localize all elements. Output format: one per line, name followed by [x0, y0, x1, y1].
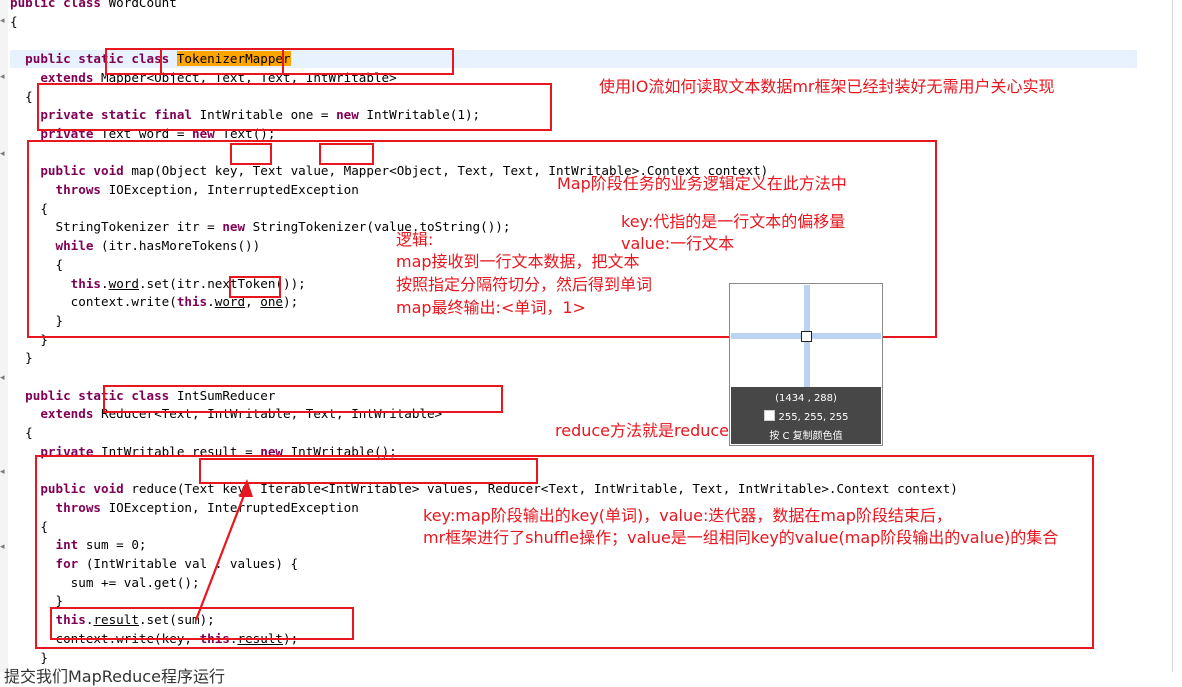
annotation-note-reduce-shuffle: mr框架进行了shuffle操作；value是一组相同key的value(map… [423, 528, 1059, 547]
picker-info: (1434 , 288) 255, 255, 255 按 C 复制颜色值 [731, 387, 881, 444]
picker-copy-hint: 按 C 复制颜色值 [769, 431, 843, 442]
annotation-note-logic-line2: 按照指定分隔符切分，然后得到单词 [396, 275, 653, 294]
annotation-note-map-method: Map阶段任务的业务逻辑定义在此方法中 [557, 174, 847, 193]
picker-rgb: 255, 255, 255 [731, 410, 881, 423]
annotation-note-logic-line1: map接收到一行文本数据，把文本 [396, 252, 640, 271]
annotation-note-key: key:代指的是一行文本的偏移量 [621, 212, 846, 231]
magnifier [731, 285, 881, 387]
color-picker-overlay: (1434 , 288) 255, 255, 255 按 C 复制颜色值 [729, 283, 883, 446]
color-swatch [763, 410, 775, 421]
annotation-note-logic-title: 逻辑: [396, 230, 434, 249]
picker-rgb-value: 255, 255, 255 [778, 412, 849, 423]
crosshair-center [801, 331, 812, 342]
picker-coordinates: (1434 , 288) [775, 393, 837, 404]
bottom-caption: 提交我们MapReduce程序运行 [4, 667, 225, 686]
annotation-note-reduce-key: key:map阶段输出的key(单词)，value:迭代器，数据在map阶段结束… [423, 506, 952, 525]
annotation-note-io: 使用IO流如何读取文本数据mr框架已经封装好无需用户关心实现 [599, 77, 1055, 96]
annotation-note-logic-line3: map最终输出:<单词，1> [396, 298, 586, 317]
annotation-arrow [194, 479, 253, 621]
